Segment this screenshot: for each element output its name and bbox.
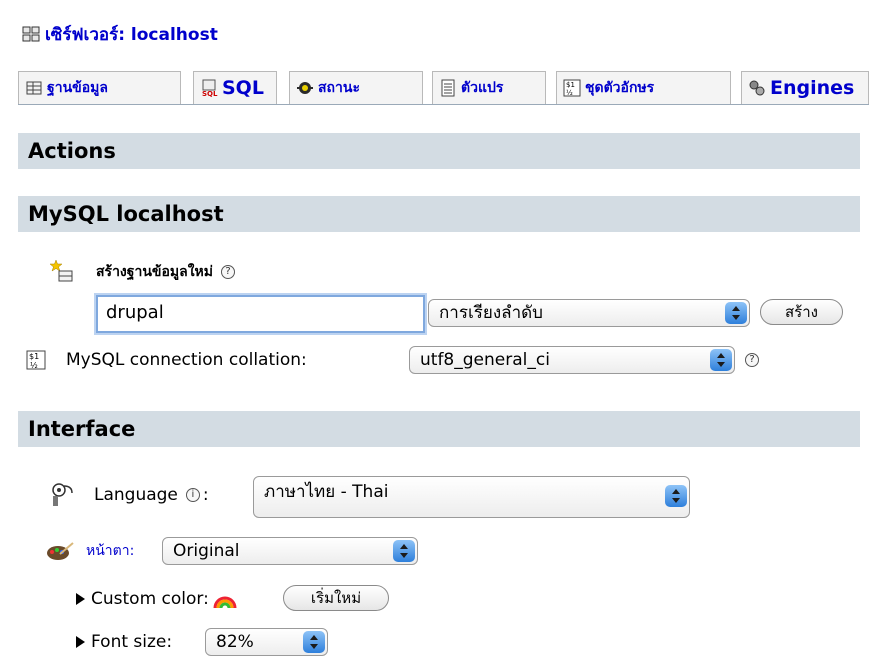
- tab-status[interactable]: สถานะ: [289, 71, 423, 104]
- theme-row: หน้าตา:: [46, 536, 134, 566]
- connection-collation-row: $1 ½ MySQL connection collation:: [26, 345, 307, 375]
- tab-status-label: สถานะ: [318, 80, 360, 96]
- tab-variables[interactable]: ตัวแปร: [432, 71, 546, 104]
- svg-text:½: ½: [30, 361, 38, 370]
- connection-collation-label: MySQL connection collation:: [66, 350, 307, 370]
- chevron-updown-icon: [710, 349, 732, 371]
- mysql-heading: MySQL localhost: [18, 196, 860, 232]
- theme-select[interactable]: Original: [162, 537, 418, 565]
- svg-text:$1: $1: [566, 81, 575, 89]
- font-size-label: Font size:: [91, 632, 173, 652]
- custom-color-label: Custom color:: [91, 589, 209, 609]
- connection-collation-help-icon[interactable]: ?: [745, 353, 759, 367]
- reset-color-button[interactable]: เริ่มใหม่: [283, 585, 389, 611]
- tab-charsets[interactable]: $1 ½ ชุดตัวอักษร: [556, 71, 731, 104]
- tab-databases-label: ฐานข้อมูล: [47, 80, 108, 96]
- svg-text:$1: $1: [29, 352, 39, 361]
- status-icon: [296, 79, 314, 97]
- theme-label[interactable]: หน้าตา:: [86, 540, 134, 562]
- charset-icon: $1 ½: [563, 79, 581, 97]
- theme-select-value: Original: [173, 541, 240, 561]
- svg-text:SQL: SQL: [202, 90, 218, 97]
- create-database-button[interactable]: สร้าง: [760, 299, 843, 325]
- language-label: Language: [94, 485, 178, 505]
- variables-icon: [439, 79, 457, 97]
- create-db-collation-select[interactable]: การเรียงลำดับ: [428, 299, 750, 327]
- language-select[interactable]: ภาษาไทย - Thai: [253, 476, 690, 518]
- main-tab-bar: ฐานข้อมูล SQL SQL สถานะ ตัวแปร $1 ½ ชุดต…: [18, 71, 869, 105]
- tab-engines-label: Engines: [770, 77, 855, 99]
- server-icon: [22, 25, 40, 43]
- disclosure-triangle-icon[interactable]: [76, 636, 85, 648]
- svg-text:½: ½: [566, 89, 573, 97]
- server-breadcrumb[interactable]: เซิร์ฟเวอร์: localhost: [22, 22, 218, 46]
- font-size-select-value: 82%: [216, 632, 254, 652]
- tab-databases[interactable]: ฐานข้อมูล: [18, 71, 181, 104]
- interface-heading: Interface: [18, 411, 860, 447]
- disclosure-triangle-icon[interactable]: [76, 593, 85, 605]
- connection-collation-select[interactable]: utf8_general_ci: [409, 346, 735, 374]
- language-icon: [50, 482, 76, 508]
- chevron-updown-icon: [725, 302, 747, 324]
- font-size-row: Font size:: [76, 627, 172, 657]
- actions-heading: Actions: [18, 133, 860, 169]
- language-select-value: ภาษาไทย - Thai: [264, 482, 389, 502]
- tab-sql[interactable]: SQL SQL: [193, 71, 277, 104]
- create-db-row: สร้างฐานข้อมูลใหม่ ?: [49, 259, 235, 284]
- rainbow-icon[interactable]: [213, 589, 237, 609]
- sql-icon: SQL: [200, 79, 218, 98]
- connection-collation-value: utf8_general_ci: [420, 350, 550, 370]
- chevron-updown-icon: [665, 485, 687, 507]
- chevron-updown-icon: [393, 540, 415, 562]
- language-row: Language i :: [50, 480, 209, 510]
- create-db-label: สร้างฐานข้อมูลใหม่: [96, 264, 213, 280]
- custom-color-row: Custom color:: [76, 584, 237, 614]
- create-db-help-icon[interactable]: ?: [221, 265, 235, 279]
- server-link[interactable]: เซิร์ฟเวอร์: localhost: [45, 21, 218, 48]
- engines-icon: [748, 79, 766, 97]
- new-database-name-input[interactable]: drupal: [96, 295, 425, 333]
- language-info-icon[interactable]: i: [185, 488, 200, 502]
- collation-icon: $1 ½: [26, 350, 46, 370]
- font-size-select[interactable]: 82%: [205, 628, 328, 656]
- language-colon: :: [202, 485, 209, 505]
- new-database-icon: [49, 259, 74, 284]
- tab-charsets-label: ชุดตัวอักษร: [585, 80, 655, 96]
- create-db-collation-value: การเรียงลำดับ: [439, 303, 543, 323]
- database-icon: [25, 79, 43, 97]
- chevron-updown-icon: [303, 631, 325, 653]
- theme-palette-icon: [46, 540, 74, 562]
- tab-variables-label: ตัวแปร: [461, 80, 504, 96]
- tab-sql-label: SQL: [222, 77, 264, 99]
- tab-engines[interactable]: Engines: [741, 71, 869, 104]
